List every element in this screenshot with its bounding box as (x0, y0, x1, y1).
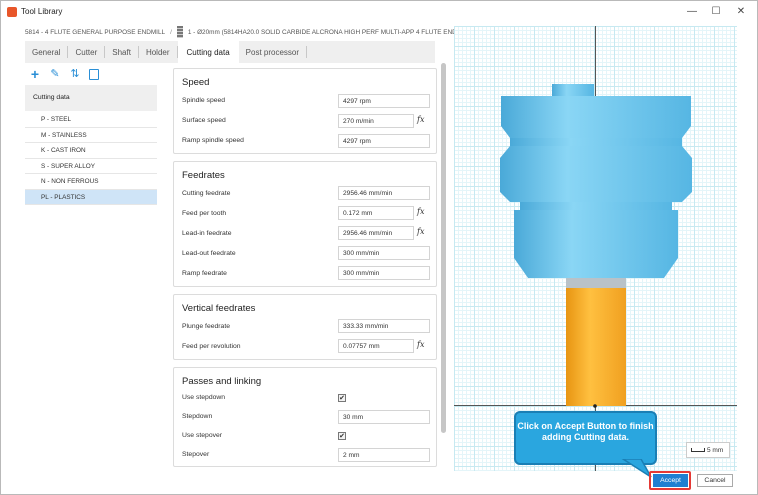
tool-shaft (566, 278, 626, 406)
use-stepdown-checkbox[interactable]: ✔ (338, 394, 346, 402)
plunge-feedrate-input[interactable]: 333.33 mm/min (338, 319, 430, 333)
speed-section: Speed Spindle speed 4297 rpm Surface spe… (173, 68, 437, 154)
delete-icon[interactable]: 🗑 (89, 68, 99, 80)
breadcrumb: 5814 - 4 FLUTE GENERAL PURPOSE ENDMILL /… (25, 26, 473, 38)
lead-out-feedrate-label: Lead-out feedrate (182, 250, 236, 257)
cancel-button[interactable]: Cancel (697, 474, 733, 487)
surface-speed-formula-icon[interactable]: fx (417, 115, 424, 124)
feed-per-tooth-label: Feed per tooth (182, 210, 227, 217)
tab-general[interactable]: General (25, 46, 69, 58)
use-stepover-checkbox[interactable]: ✔ (338, 432, 346, 440)
stepover-label: Stepover (182, 451, 210, 458)
material-item-non-ferrous[interactable]: N - NON FERROUS (25, 174, 157, 190)
materials-panel: Cutting data P - STEEL M - STAINLESS K -… (25, 85, 157, 465)
lead-in-feedrate-input[interactable]: 2956.46 mm/min (338, 226, 414, 240)
ramp-spindle-speed-label: Ramp spindle speed (182, 137, 244, 144)
tab-post-processor[interactable]: Post processor (239, 46, 308, 58)
passes-linking-section: Passes and linking Use stepdown ✔ Stepdo… (173, 367, 437, 467)
material-item-super-alloy[interactable]: S - SUPER ALLOY (25, 159, 157, 174)
instruction-callout: Click on Accept Button to finish adding … (514, 411, 657, 465)
edit-icon[interactable]: ✎ (49, 68, 61, 80)
tab-shaft[interactable]: Shaft (105, 46, 139, 58)
material-item-cast-iron[interactable]: K - CAST IRON (25, 143, 157, 159)
material-item-plastics[interactable]: PL - PLASTICS (25, 189, 157, 205)
window-title: Tool Library (21, 7, 63, 16)
ramp-feedrate-label: Ramp feedrate (182, 270, 227, 277)
ramp-spindle-speed-input[interactable]: 4297 rpm (338, 134, 430, 148)
cutting-data-toolbar: + ✎ ⇅ 🗑 (29, 66, 99, 82)
cutting-feedrate-label: Cutting feedrate (182, 190, 231, 197)
tab-bar: General Cutter Shaft Holder Cutting data… (25, 41, 435, 63)
add-icon[interactable]: + (29, 67, 41, 81)
minimize-icon[interactable]: — (685, 5, 699, 19)
tool-model-illustration (500, 84, 692, 408)
stepdown-input[interactable]: 30 mm (338, 410, 430, 424)
lead-out-feedrate-input[interactable]: 300 mm/min (338, 246, 430, 260)
plunge-feedrate-label: Plunge feedrate (182, 323, 230, 330)
vertical-feedrates-title: Vertical feedrates (182, 303, 256, 314)
swap-icon[interactable]: ⇅ (69, 68, 81, 80)
scale-indicator: 5 mm (686, 442, 730, 458)
speed-title: Speed (182, 77, 210, 88)
app-logo-icon (7, 7, 17, 17)
spindle-speed-input[interactable]: 4297 rpm (338, 94, 430, 108)
title-bar: Tool Library — ☐ ✕ (1, 1, 757, 23)
feedrates-section: Feedrates Cutting feedrate 2956.46 mm/mi… (173, 161, 437, 287)
use-stepover-label: Use stepover (182, 432, 223, 439)
tool-library-window: Tool Library — ☐ ✕ 5814 - 4 FLUTE GENERA… (0, 0, 758, 495)
accept-button[interactable]: Accept (653, 474, 688, 487)
stepdown-label: Stepdown (182, 413, 213, 420)
feed-per-revolution-input[interactable]: 0.07757 mm (338, 339, 414, 353)
material-item-stainless[interactable]: M - STAINLESS (25, 128, 157, 143)
surface-speed-input[interactable]: 270 m/min (338, 114, 414, 128)
feed-per-tooth-input[interactable]: 0.172 mm (338, 206, 414, 220)
form-scrollbar[interactable] (441, 63, 446, 433)
ramp-feedrate-input[interactable]: 300 mm/min (338, 266, 430, 280)
spindle-speed-label: Spindle speed (182, 97, 226, 104)
tool-preview-viewport[interactable]: 5 mm (454, 26, 737, 471)
tab-cutter[interactable]: Cutter (68, 46, 106, 58)
breadcrumb-current: 1 - Ø20mm (5814HA20.0 SOLID CARBIDE ALCR… (187, 28, 474, 36)
breadcrumb-parent[interactable]: 5814 - 4 FLUTE GENERAL PURPOSE ENDMILL (25, 29, 165, 36)
lead-in-feedrate-label: Lead-in feedrate (182, 230, 232, 237)
ruler-icon (691, 448, 705, 453)
use-stepdown-label: Use stepdown (182, 394, 226, 401)
passes-linking-title: Passes and linking (182, 376, 262, 387)
cutting-feedrate-input[interactable]: 2956.46 mm/min (338, 186, 430, 200)
feed-per-revolution-label: Feed per revolution (182, 343, 241, 350)
stepover-input[interactable]: 2 mm (338, 448, 430, 462)
feed-per-tooth-formula-icon[interactable]: fx (417, 207, 424, 216)
surface-speed-label: Surface speed (182, 117, 226, 124)
materials-header: Cutting data (25, 85, 157, 111)
maximize-icon[interactable]: ☐ (709, 5, 723, 19)
holder-body (500, 84, 692, 278)
close-icon[interactable]: ✕ (734, 5, 748, 19)
scale-label: 5 mm (707, 447, 724, 454)
feedrates-title: Feedrates (182, 170, 225, 181)
material-item-steel[interactable]: P - STEEL (25, 112, 157, 128)
tab-holder[interactable]: Holder (139, 46, 178, 58)
vertical-feedrates-section: Vertical feedrates Plunge feedrate 333.3… (173, 294, 437, 360)
endmill-icon (176, 26, 183, 38)
breadcrumb-separator: / (170, 28, 172, 36)
feed-per-revolution-formula-icon[interactable]: fx (417, 340, 424, 349)
lead-in-feedrate-formula-icon[interactable]: fx (417, 227, 424, 236)
tab-cutting-data[interactable]: Cutting data (177, 41, 239, 63)
